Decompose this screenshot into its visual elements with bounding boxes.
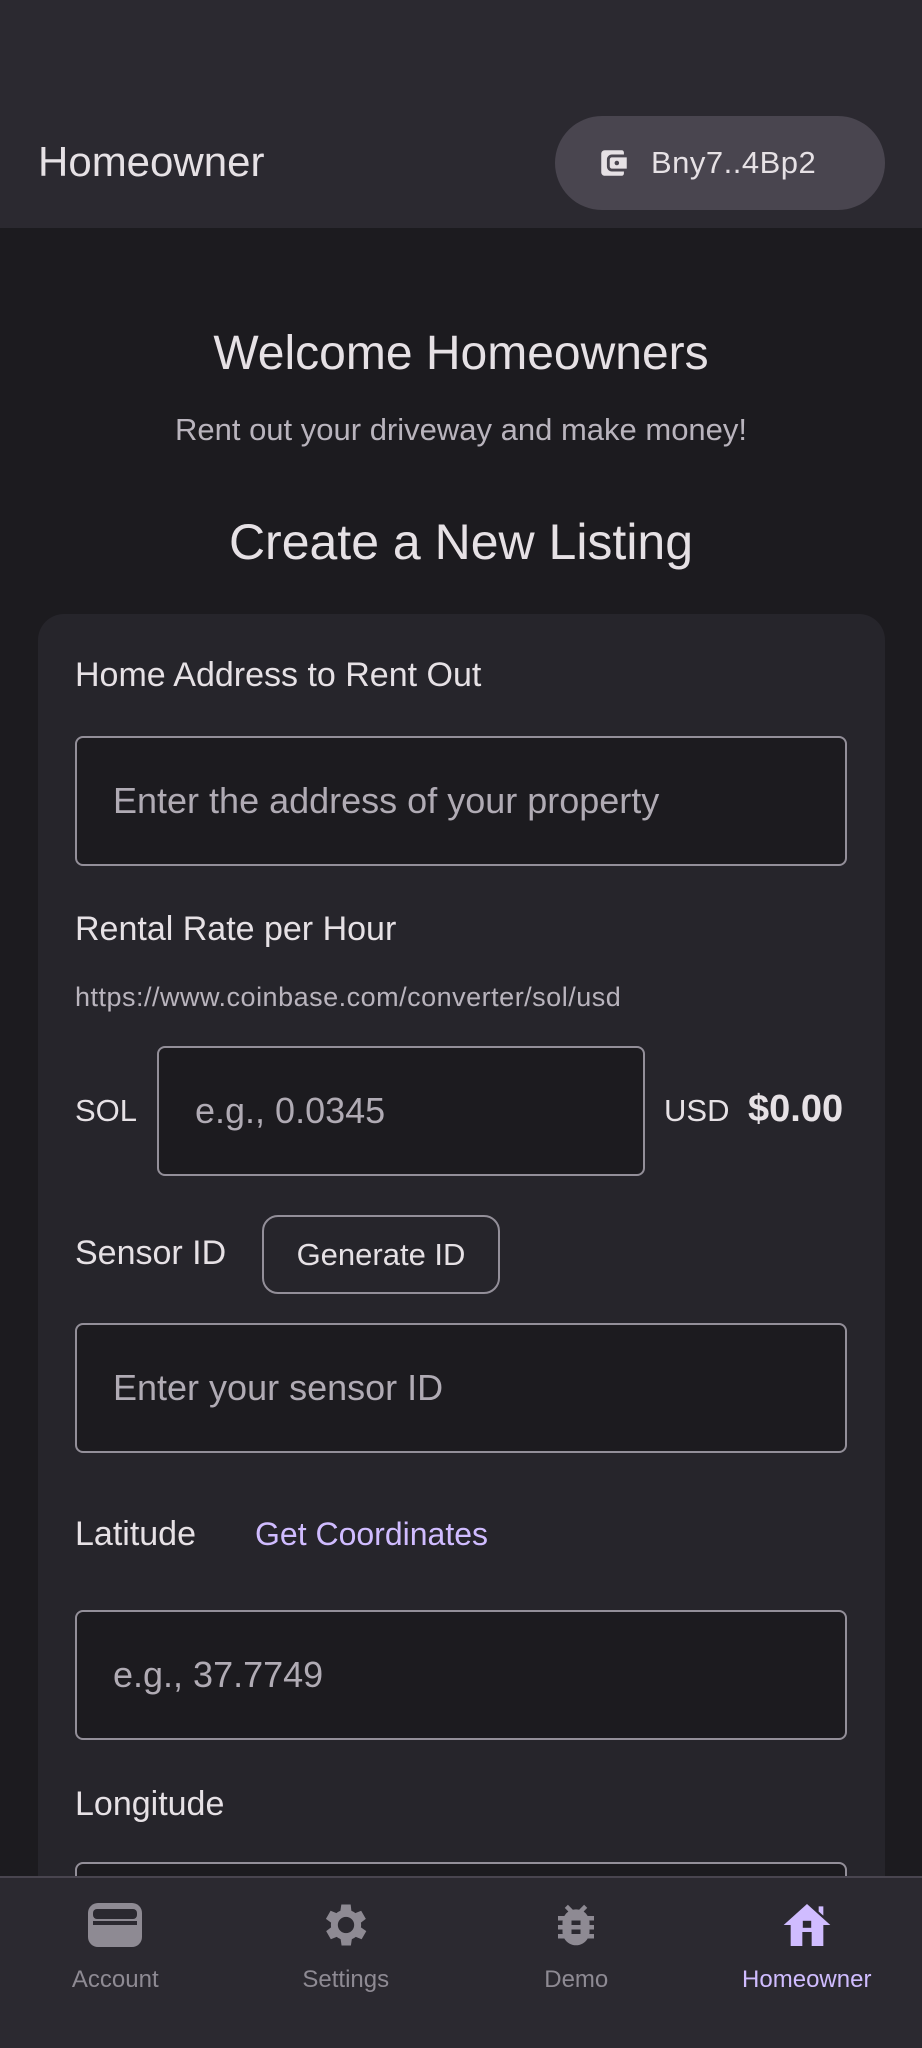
wallet-icon [86,1896,144,1954]
rate-helper-link: https://www.coinbase.com/converter/sol/u… [75,982,622,1012]
latitude-input[interactable] [77,1612,845,1738]
wallet-address: Bny7..4Bp2 [651,145,817,180]
usd-label: USD [664,1093,730,1128]
sensor-id-label: Sensor ID [75,1234,227,1272]
sol-field[interactable] [157,1046,645,1176]
section-title: Create a New Listing [228,514,694,570]
app-bar-title: Homeowner [38,138,265,185]
sol-input[interactable] [159,1048,643,1174]
latitude-label: Latitude [75,1515,196,1553]
welcome-subtitle: Rent out your driveway and make money! [174,412,748,447]
top-app-bar: Homeowner Bny7..4Bp2 [0,0,922,228]
nav-label-homeowner: Homeowner [742,1966,872,1993]
welcome-heading: Welcome Homeowners [213,327,709,380]
sol-label: SOL [75,1093,138,1128]
address-field[interactable] [75,736,847,866]
gear-icon [317,1896,375,1954]
nav-label-account: Account [71,1966,159,1993]
sensor-id-input[interactable] [77,1325,845,1451]
nav-label-settings: Settings [302,1966,390,1993]
nav-item-account[interactable]: Account [0,1878,231,2048]
longitude-label: Longitude [75,1785,225,1823]
nav-label-demo: Demo [544,1966,609,1993]
app-root: Homeowner Bny7..4Bp2 Welcome Homeowners … [0,0,922,2048]
sensor-id-field[interactable] [75,1323,847,1453]
nav-item-settings[interactable]: Settings [231,1878,462,2048]
wallet-icon [597,146,631,180]
get-coordinates-button[interactable]: Get Coordinates [255,1516,488,1553]
generate-id-button[interactable]: Generate ID [262,1215,500,1294]
home-icon [778,1896,836,1954]
wallet-button[interactable]: Bny7..4Bp2 [555,116,885,210]
usd-value: $0.00 [748,1088,844,1130]
nav-item-demo[interactable]: Demo [461,1878,692,2048]
rate-label: Rental Rate per Hour [75,910,397,948]
address-input[interactable] [77,738,845,864]
latitude-field[interactable] [75,1610,847,1740]
bottom-navigation: Account Settings Demo Homeowner [0,1876,922,2048]
address-label: Home Address to Rent Out [75,656,482,694]
bug-icon [547,1896,605,1954]
nav-item-homeowner[interactable]: Homeowner [692,1878,922,2048]
